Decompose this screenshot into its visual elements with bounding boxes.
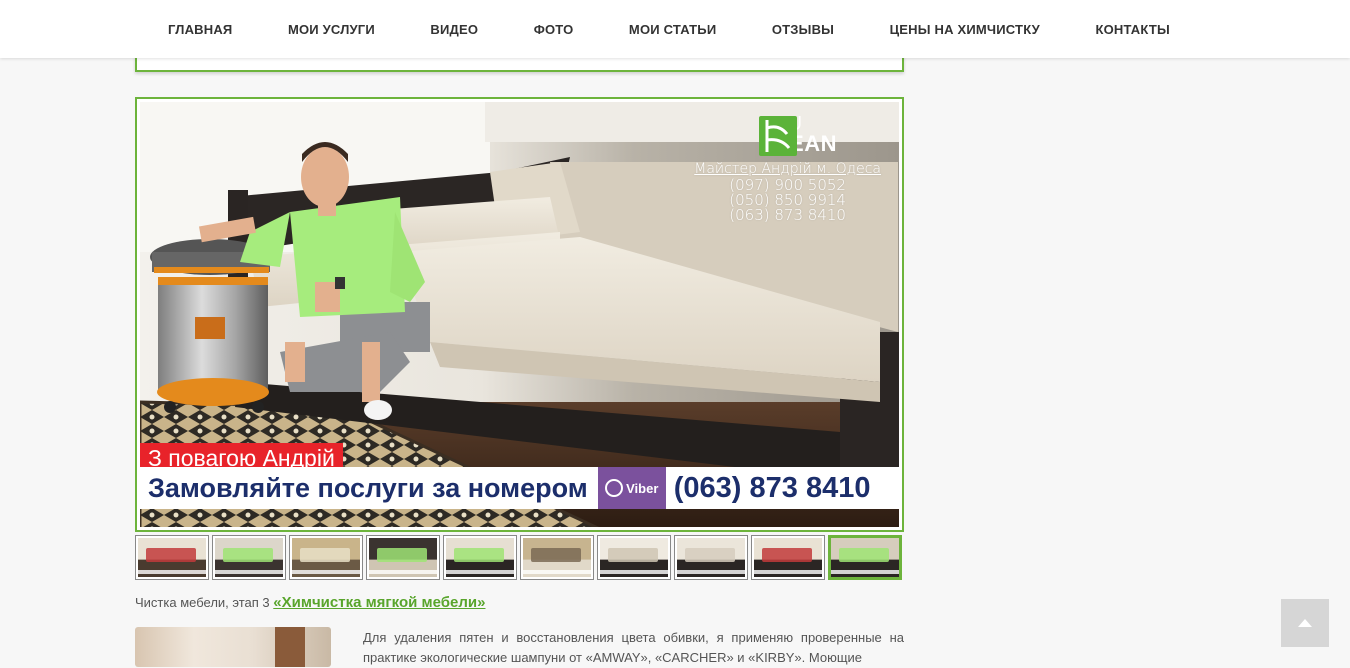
order-text: Замовляйте послуги за номером: [148, 472, 588, 503]
nav-item-photo[interactable]: ФОТО: [534, 22, 574, 37]
nav-item-home[interactable]: ГЛАВНАЯ: [168, 22, 232, 37]
viber-badge: Viber: [597, 467, 666, 509]
viber-label: Viber: [626, 480, 659, 496]
order-banner: Замовляйте послуги за номером Viber (063…: [140, 467, 899, 509]
leaf-logo-icon: [758, 116, 797, 156]
chevron-up-icon: [1298, 619, 1312, 627]
nav-item-services[interactable]: МОИ УСЛУГИ: [288, 22, 375, 37]
nav-item-contacts[interactable]: КОНТАКТЫ: [1095, 22, 1169, 37]
thumbnail-7[interactable]: [597, 535, 671, 580]
thumbnail-6[interactable]: [520, 535, 594, 580]
slide-contact-info: Майстер Андрій м. Одеса (097) 900 5052 (…: [694, 162, 881, 223]
thumbnail-5[interactable]: [443, 535, 517, 580]
viber-phone-icon: [605, 479, 624, 497]
slider-thumbnails: [135, 535, 904, 581]
article-text: Для удаления пятен и восстановления цвет…: [363, 630, 904, 665]
thumbnail-2[interactable]: [212, 535, 286, 580]
thumbnail-10[interactable]: [828, 535, 902, 580]
slide-caption: Чистка мебели, этап 3 «Химчистка мягкой …: [135, 594, 485, 611]
nav-item-video[interactable]: ВИДЕО: [430, 22, 478, 37]
main-menu: ГЛАВНАЯ МОИ УСЛУГИ ВИДЕО ФОТО МОИ СТАТЬИ…: [135, 0, 1203, 58]
thumbnail-8[interactable]: [674, 535, 748, 580]
nav-item-articles[interactable]: МОИ СТАТЬИ: [629, 22, 716, 37]
slide-image: YOU CLEAN Майстер Андрій м. Одеса (097) …: [140, 102, 899, 527]
phone-3: (063) 873 8410: [729, 206, 846, 224]
thumbnail-3[interactable]: [289, 535, 363, 580]
caption-link[interactable]: «Химчистка мягкой мебели»: [273, 594, 485, 611]
thumbnail-1[interactable]: [135, 535, 209, 580]
top-navigation-bar: ГЛАВНАЯ МОИ УСЛУГИ ВИДЕО ФОТО МОИ СТАТЬИ…: [0, 0, 1350, 58]
youclean-logo: YOU CLEAN: [758, 114, 837, 156]
master-name: Майстер Андрій м. Одеса: [694, 161, 881, 177]
nav-item-reviews[interactable]: ОТЗЫВЫ: [772, 22, 834, 37]
nav-item-prices[interactable]: ЦЕНЫ НА ХИМЧИСТКУ: [890, 22, 1040, 37]
thumbnail-4[interactable]: [366, 535, 440, 580]
scroll-to-top-button[interactable]: [1281, 599, 1329, 647]
photo-slider[interactable]: YOU CLEAN Майстер Андрій м. Одеса (097) …: [135, 97, 904, 532]
caption-prefix: Чистка мебели, этап 3: [135, 595, 270, 610]
order-phone: (063) 873 8410: [673, 471, 871, 504]
thumbnail-9[interactable]: [751, 535, 825, 580]
article-image: [135, 627, 331, 667]
